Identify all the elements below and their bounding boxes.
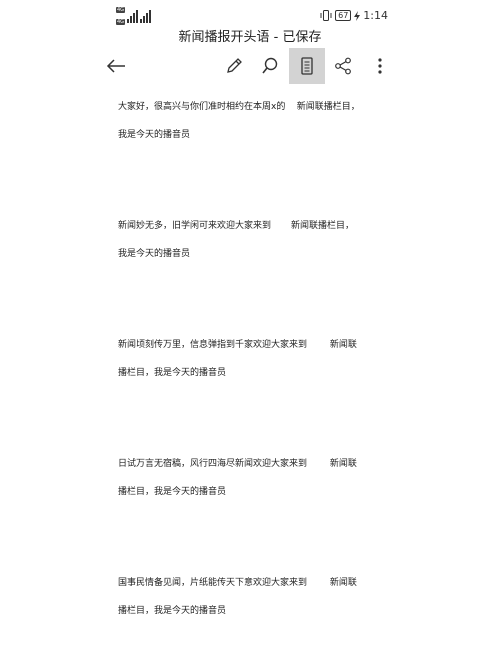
paragraph-line: 我是今天的播音员 [118, 130, 191, 140]
paragraph-line: 国事民情备见闻，片纸能传天下意欢迎大家来到 新闻联 [118, 578, 357, 588]
document-view-icon [301, 57, 313, 75]
document-title: 新闻播报开头语 - 已保存 [178, 30, 322, 45]
clock: 1:14 [363, 9, 388, 22]
share-button[interactable] [325, 48, 361, 84]
search-icon [262, 57, 278, 74]
battery-icon: 67 [335, 10, 352, 21]
signal-group: 4G 4G [116, 7, 152, 25]
back-button[interactable] [98, 48, 134, 84]
paragraph-line: 新闻顷刻传万里，信息弹指到千家欢迎大家来到 新闻联 [118, 340, 357, 350]
view-mode-button[interactable] [289, 48, 325, 84]
charging-icon [354, 10, 361, 21]
paragraph-line: 我是今天的播音员 [118, 249, 191, 259]
status-right: 67 1:14 [320, 9, 388, 22]
paragraph-line: 新闻妙无多，旧学闲可来欢迎大家来到 新闻联播栏目， [118, 221, 355, 231]
toolbar [0, 48, 500, 86]
search-button[interactable] [252, 48, 288, 84]
status-bar: 4G 4G 67 1:14 [0, 0, 500, 30]
signal-bars-icon [127, 9, 139, 23]
signal-bars-2-icon [140, 9, 152, 23]
vibrate-icon [320, 10, 332, 21]
more-button[interactable] [362, 48, 398, 84]
share-icon [335, 57, 351, 75]
paragraph: 新闻顷刻传万里，信息弹指到千家欢迎大家来到 新闻联 播栏目，我是今天的播音员 [118, 338, 357, 380]
more-vertical-icon [378, 58, 382, 74]
paragraph-line: 播栏目，我是今天的播音员 [118, 606, 227, 616]
paragraph: 新闻妙无多，旧学闲可来欢迎大家来到 新闻联播栏目， 我是今天的播音员 [118, 219, 354, 261]
sim1-label: 4G [116, 7, 126, 13]
paragraph-line: 播栏目，我是今天的播音员 [118, 487, 227, 497]
paragraph: 日试万言无宿稿，风行四海尽新闻欢迎大家来到 新闻联 播栏目，我是今天的播音员 [118, 457, 357, 499]
paragraph-line: 播栏目，我是今天的播音员 [118, 368, 227, 378]
paragraph-line: 日试万言无宿稿，风行四海尽新闻欢迎大家来到 新闻联 [118, 459, 357, 469]
sim-labels: 4G 4G [116, 7, 126, 25]
back-arrow-icon [106, 59, 125, 73]
sim2-label: 4G [116, 19, 126, 25]
paragraph-line: 大家好，很高兴与你们准时相约在本周x的 新闻联播栏目， [118, 102, 360, 112]
paragraph: 大家好，很高兴与你们准时相约在本周x的 新闻联播栏目， 我是今天的播音员 [118, 100, 360, 142]
paragraph: 国事民情备见闻，片纸能传天下意欢迎大家来到 新闻联 播栏目，我是今天的播音员 [118, 576, 357, 618]
edit-button[interactable] [216, 48, 252, 84]
pen-edit-icon [227, 58, 242, 73]
